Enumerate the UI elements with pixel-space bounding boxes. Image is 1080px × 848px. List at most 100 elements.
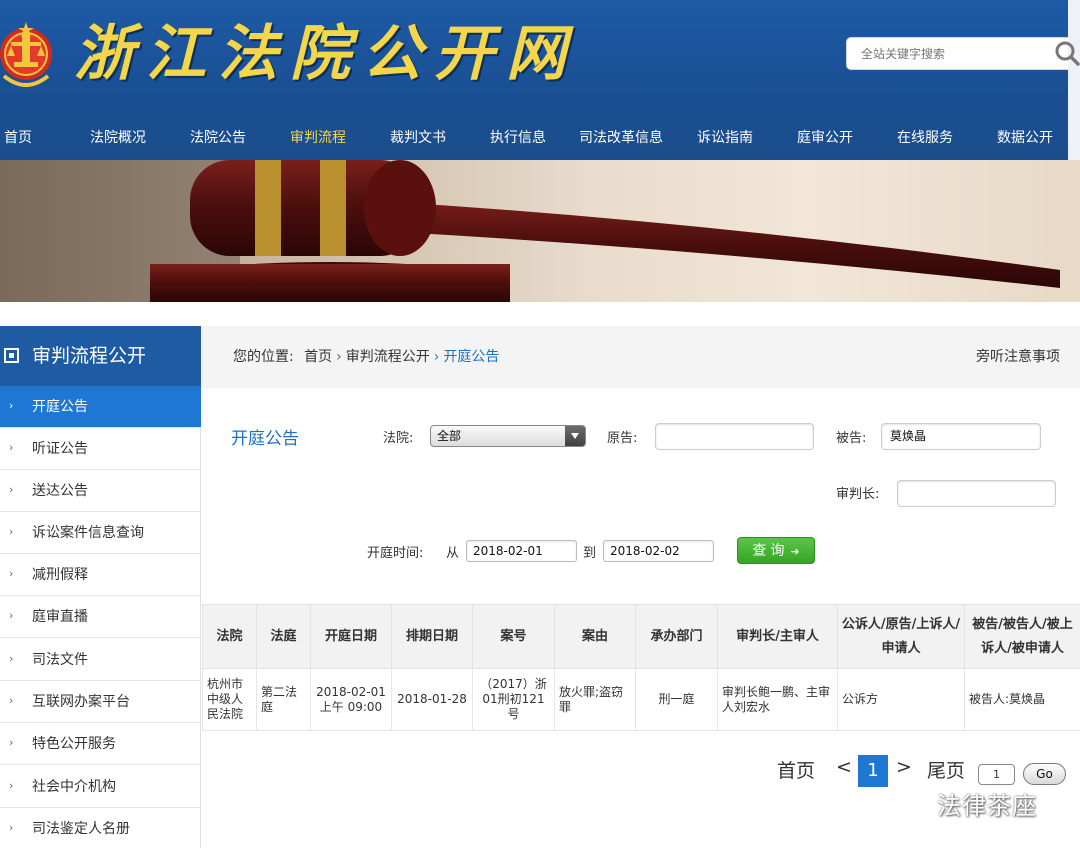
nav-item-execution[interactable]: 执行信息: [490, 120, 546, 156]
sidebar-item-service-notice[interactable]: › 送达公告: [0, 470, 201, 512]
column-header: 开庭日期: [310, 604, 392, 669]
sidebar-item-label: 司法鉴定人名册: [32, 821, 130, 837]
start-date-input[interactable]: 2018-02-01: [466, 540, 577, 562]
sidebar-item-case-query[interactable]: › 诉讼案件信息查询: [0, 512, 201, 554]
sidebar-item-label: 社会中介机构: [32, 779, 116, 795]
cell-court: 杭州市中级人民法院: [202, 668, 257, 731]
sidebar-item-forensic-experts[interactable]: › 司法鉴定人名册: [0, 808, 201, 848]
nav-item-data-open[interactable]: 数据公开: [997, 120, 1053, 156]
arrow-right-icon: ➜: [790, 545, 800, 558]
search-box[interactable]: [846, 37, 1078, 70]
next-page-button[interactable]: >: [896, 756, 912, 778]
current-page[interactable]: 1: [858, 755, 888, 787]
table-header-row: 法院 法庭 开庭日期 排期日期 案号 案由 承办部门 审判长/主审人 公诉人/原…: [202, 604, 1080, 669]
nav-item-court-notices[interactable]: 法院公告: [190, 120, 246, 156]
cell-cause: 放火罪;盗窃罪: [554, 668, 636, 731]
results-table: 法院 法庭 开庭日期 排期日期 案号 案由 承办部门 审判长/主审人 公诉人/原…: [202, 604, 1080, 731]
chevron-right-icon: ›: [9, 779, 14, 792]
hearing-time-label: 开庭时间:: [367, 546, 424, 561]
sidebar-item-commutation-parole[interactable]: › 减刑假释: [0, 554, 201, 596]
search-input[interactable]: [861, 44, 1041, 64]
sidebar-item-hearing-notice[interactable]: › 开庭公告: [0, 386, 201, 428]
chevron-right-icon: ›: [9, 525, 14, 538]
nav-item-trial-process[interactable]: 审判流程: [290, 120, 346, 156]
court-select-value: 全部: [437, 429, 462, 443]
chevron-right-icon: ›: [9, 609, 14, 622]
breadcrumb-trial-process[interactable]: 审判流程公开: [346, 349, 430, 365]
sidebar-header: 审判流程公开: [0, 326, 201, 386]
first-page-link[interactable]: 首页: [777, 756, 815, 783]
nav-item-litigation-guide[interactable]: 诉讼指南: [697, 120, 753, 156]
column-header: 被告/被告人/被上诉人/被申请人: [964, 604, 1080, 669]
table-row[interactable]: 杭州市中级人民法院 第二法庭 2018-02-01 上午 09:00 2018-…: [202, 668, 1080, 731]
sidebar-item-label: 司法文件: [32, 652, 88, 668]
cell-prosecutor: 公诉方: [837, 668, 965, 731]
breadcrumb-current: 开庭公告: [443, 349, 500, 365]
sidebar-item-trial-live[interactable]: › 庭审直播: [0, 596, 201, 638]
sidebar-item-judicial-documents[interactable]: › 司法文件: [0, 639, 201, 681]
sidebar-item-label: 诉讼案件信息查询: [32, 525, 144, 541]
breadcrumb-home[interactable]: 首页: [304, 349, 332, 365]
breadcrumb-separator: ›: [433, 349, 440, 365]
attendance-notice-link[interactable]: 旁听注意事项: [976, 346, 1060, 366]
last-page-link[interactable]: 尾页: [927, 756, 965, 783]
judge-label: 审判长:: [836, 487, 880, 502]
chevron-right-icon: ›: [9, 821, 14, 834]
section-title: 开庭公告: [231, 429, 299, 449]
breadcrumb: 您的位置: 首页 › 审判流程公开 › 开庭公告: [233, 346, 499, 366]
cell-judge: 审判长鲍一鹏、主审人刘宏水: [717, 668, 838, 731]
breadcrumb-separator: ›: [336, 349, 342, 365]
to-label: 到: [583, 546, 597, 561]
query-button[interactable]: 查询 ➜: [737, 537, 815, 564]
query-button-label: 查询: [752, 543, 789, 559]
from-label: 从: [446, 546, 460, 561]
cell-defendant: 被告人:莫焕晶: [964, 668, 1080, 731]
defendant-input[interactable]: 莫焕晶: [881, 423, 1041, 450]
column-header: 案由: [554, 604, 636, 669]
sidebar-item-online-platform[interactable]: › 互联网办案平台: [0, 681, 201, 723]
court-emblem-icon: [0, 22, 52, 87]
sidebar-item-featured-services[interactable]: › 特色公开服务: [0, 723, 201, 765]
nav-item-judicial-reform[interactable]: 司法改革信息: [579, 120, 663, 156]
judge-input[interactable]: [897, 480, 1056, 507]
go-button[interactable]: Go: [1023, 763, 1066, 785]
cell-case-number: （2017）浙01刑初121号: [472, 668, 555, 731]
gavel-banner: [0, 160, 1080, 302]
court-label: 法院:: [383, 431, 414, 446]
sidebar-item-label: 送达公告: [32, 483, 88, 499]
section-square-icon: [4, 348, 19, 363]
nav-item-court-overview[interactable]: 法院概况: [90, 120, 146, 156]
nav-item-trial-open[interactable]: 庭审公开: [797, 120, 853, 156]
search-icon[interactable]: [1052, 38, 1080, 68]
sidebar-item-label: 特色公开服务: [32, 736, 116, 752]
chevron-right-icon: ›: [9, 441, 14, 454]
chevron-right-icon: ›: [9, 399, 14, 412]
site-header: 浙江法院公开网 首页 法院概况 法院公告 审判流程 裁判文书 执行信息 司法改革…: [0, 0, 1078, 160]
column-header: 案号: [472, 604, 555, 669]
column-header: 承办部门: [635, 604, 718, 669]
cell-department: 刑一庭: [635, 668, 718, 731]
sidebar-item-label: 减刑假释: [32, 567, 88, 583]
breadcrumb-prefix: 您的位置:: [233, 349, 294, 365]
cell-hearing-date: 2018-02-01 上午 09:00: [310, 668, 392, 731]
cell-courtroom: 第二法庭: [256, 668, 311, 731]
header-edge: [1068, 0, 1080, 160]
plaintiff-input[interactable]: [655, 423, 814, 450]
plaintiff-label: 原告:: [607, 431, 638, 446]
nav-item-home[interactable]: 首页: [4, 120, 32, 156]
chevron-right-icon: ›: [9, 736, 14, 749]
breadcrumb-bar: 您的位置: 首页 › 审判流程公开 › 开庭公告 旁听注意事项: [201, 326, 1080, 388]
page-number-input[interactable]: 1: [978, 764, 1015, 785]
chevron-right-icon: ›: [9, 567, 14, 580]
court-select[interactable]: 全部: [430, 425, 586, 447]
sidebar-item-hearing-evidence[interactable]: › 听证公告: [0, 428, 201, 470]
sidebar-item-intermediaries[interactable]: › 社会中介机构: [0, 766, 201, 808]
prev-page-button[interactable]: <: [836, 756, 852, 778]
sidebar-item-label: 听证公告: [32, 441, 88, 457]
column-header: 审判长/主审人: [717, 604, 838, 669]
end-date-input[interactable]: 2018-02-02: [603, 540, 714, 562]
nav-item-online-service[interactable]: 在线服务: [897, 120, 953, 156]
defendant-label: 被告:: [836, 431, 867, 446]
nav-item-judgments[interactable]: 裁判文书: [390, 120, 446, 156]
gavel-image: [0, 160, 1060, 302]
